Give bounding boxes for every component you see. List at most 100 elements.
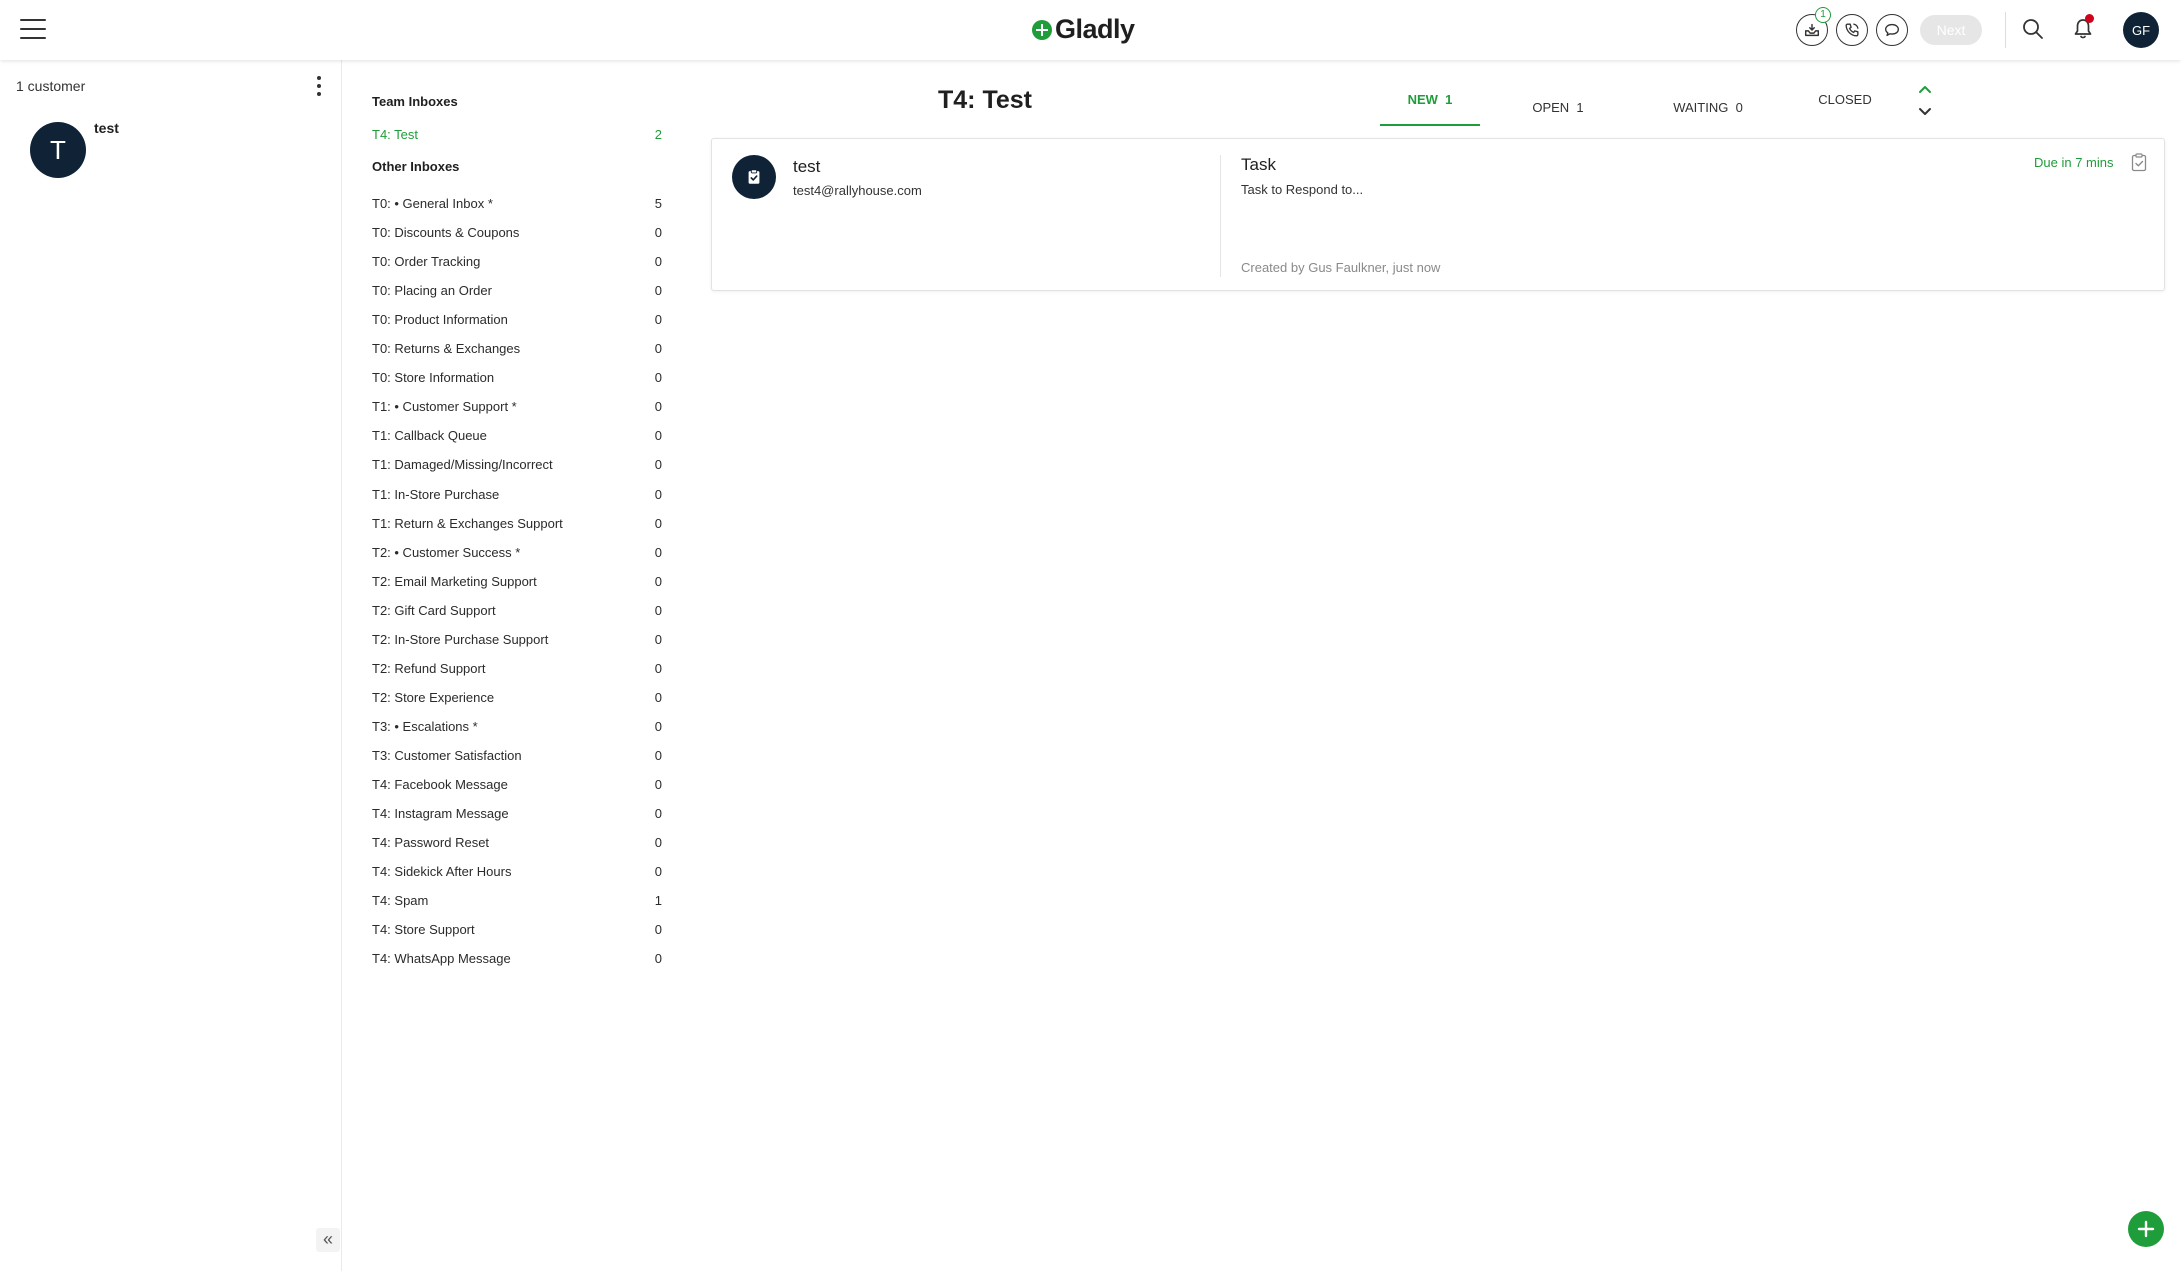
inbox-item-label: T1: Return & Exchanges Support <box>372 515 563 531</box>
add-new-button[interactable] <box>2128 1211 2164 1247</box>
inbox-item-count: 0 <box>654 428 662 444</box>
tab-label: CLOSED <box>1818 92 1872 107</box>
inbox-item[interactable]: T2: In-Store Purchase Support 0 <box>372 629 662 651</box>
top-bar: Gladly 1 Next GF <box>0 0 2181 60</box>
inbox-item[interactable]: T1: • Customer Support * 0 <box>372 396 662 418</box>
inbox-item-label: T4: Spam <box>372 893 429 909</box>
inbox-item[interactable]: T4: Facebook Message 0 <box>372 774 662 796</box>
inbox-item-label: T3: • Escalations * <box>372 718 478 734</box>
inbox-item[interactable]: T0: Product Information 0 <box>372 309 662 331</box>
inbox-item-count: 5 <box>654 196 662 211</box>
plus-icon <box>2137 1220 2155 1238</box>
inbox-item-count: 0 <box>654 747 662 763</box>
tab-new[interactable]: NEW 1 <box>1380 84 1480 126</box>
inbox-item[interactable]: T0: Placing an Order 0 <box>372 280 662 302</box>
notifications-bell-icon[interactable] <box>2070 14 2096 42</box>
inbox-item-count: 0 <box>654 660 662 676</box>
inbox-item[interactable]: T0: Discounts & Coupons 0 <box>372 222 662 244</box>
tab-label: OPEN <box>1532 100 1570 115</box>
tab-label: NEW <box>1407 92 1438 107</box>
inbox-item[interactable]: T2: Store Experience 0 <box>372 687 662 709</box>
tab-closed[interactable]: CLOSED <box>1800 84 1890 126</box>
plus-circle-icon <box>1032 19 1052 40</box>
inbox-item[interactable]: T2: Email Marketing Support 0 <box>372 571 662 593</box>
inbox-item-label: T4: Password Reset <box>372 835 490 851</box>
inbox-item[interactable]: T3: Customer Satisfaction 0 <box>372 745 662 767</box>
inbox-status-button[interactable]: 1 <box>1796 7 1831 46</box>
inbox-item-label: T4: Sidekick After Hours <box>372 864 512 880</box>
inbox-item[interactable]: T4: Sidekick After Hours 0 <box>372 861 662 883</box>
inbox-item[interactable]: T1: In-Store Purchase 0 <box>372 484 662 506</box>
customer-avatar[interactable]: T <box>30 122 86 178</box>
inbox-item-count: 0 <box>654 254 662 270</box>
next-button[interactable]: Next <box>1920 15 1982 45</box>
inbox-item[interactable]: T1: Callback Queue 0 <box>372 425 662 447</box>
brand-logo[interactable]: Gladly <box>1032 14 1135 45</box>
user-avatar[interactable]: GF <box>2123 12 2159 48</box>
inbox-item-label: T0: Discounts & Coupons <box>372 225 520 241</box>
card-created-info: Created by Gus Faulkner, just now <box>1241 260 1441 275</box>
inbox-item-count: 1 <box>654 893 662 909</box>
inbox-item-label: T0: Order Tracking <box>372 254 481 270</box>
inbox-item-count: 0 <box>654 864 662 880</box>
inbox-item-count: 0 <box>654 399 662 415</box>
more-options-icon[interactable] <box>312 76 326 98</box>
inbox-item[interactable]: T4: Instagram Message 0 <box>372 803 662 825</box>
inbox-item[interactable]: T4: WhatsApp Message 0 <box>372 948 662 970</box>
inbox-item[interactable]: T0: Returns & Exchanges 0 <box>372 338 662 360</box>
collapse-panel-icon[interactable]: « <box>316 1228 340 1252</box>
chat-status-button[interactable] <box>1876 14 1908 46</box>
inbox-item[interactable]: T1: Damaged/Missing/Incorrect 0 <box>372 454 662 476</box>
inbox-item[interactable]: T1: Return & Exchanges Support 0 <box>372 513 662 535</box>
inbox-item-label: T2: Gift Card Support <box>372 602 496 618</box>
chevron-down-icon[interactable] <box>1916 104 1934 120</box>
inbox-item-t4-test[interactable]: T4: Test 2 <box>372 124 662 146</box>
menu-icon[interactable] <box>20 19 46 39</box>
team-inboxes-heading: Team Inboxes <box>372 94 458 109</box>
inbox-item[interactable]: T2: Refund Support 0 <box>372 658 662 680</box>
inbox-item[interactable]: T4: Store Support 0 <box>372 919 662 941</box>
chevron-up-icon[interactable] <box>1916 81 1934 97</box>
inbox-item-count: 0 <box>654 486 662 502</box>
inbox-item-label: T4: Facebook Message <box>372 777 508 792</box>
inbox-item-count: 0 <box>654 312 662 328</box>
inbox-item-label: T4: WhatsApp Message <box>372 951 511 967</box>
inbox-item-count: 0 <box>654 631 662 647</box>
inbox-item-label: T0: Product Information <box>372 312 508 328</box>
toolbar-divider <box>2005 12 2006 48</box>
inbox-item-label: T2: Refund Support <box>372 660 486 676</box>
inbox-item[interactable]: T3: • Escalations * 0 <box>372 716 662 738</box>
tab-open[interactable]: OPEN 1 <box>1518 84 1598 126</box>
inbox-item-label: T1: Callback Queue <box>372 428 487 444</box>
tab-count: 1 <box>1445 92 1453 107</box>
phone-status-button[interactable] <box>1836 14 1868 46</box>
card-customer-name: test <box>793 157 821 176</box>
inbox-item-label: T0: Placing an Order <box>372 283 492 299</box>
tab-waiting[interactable]: WAITING 0 <box>1658 84 1758 126</box>
inbox-count-badge: 1 <box>1815 7 1831 23</box>
inbox-item-count: 0 <box>654 835 662 851</box>
inbox-item-count: 0 <box>654 341 662 357</box>
inbox-item[interactable]: T2: Gift Card Support 0 <box>372 600 662 622</box>
inbox-item-count: 0 <box>654 602 662 618</box>
customer-name[interactable]: test <box>94 120 119 136</box>
chat-bubble-icon <box>1885 23 1899 37</box>
inbox-item-count: 0 <box>654 951 662 967</box>
inbox-item[interactable]: T2: • Customer Success * 0 <box>372 542 662 564</box>
inbox-item-label: T0: Returns & Exchanges <box>372 341 521 357</box>
inbox-item-count: 0 <box>654 457 662 473</box>
inbox-item[interactable]: T0: • General Inbox * 5 <box>372 193 662 215</box>
inbox-tray-icon <box>1804 23 1820 37</box>
search-icon[interactable] <box>2020 16 2046 42</box>
inbox-item-count: 0 <box>654 573 662 589</box>
card-due-time: Due in 7 mins <box>2034 155 2114 170</box>
inbox-item-label: T4: Store Support <box>372 922 475 938</box>
inbox-item-count: 0 <box>654 370 662 386</box>
inbox-item[interactable]: T0: Store Information 0 <box>372 367 662 389</box>
clipboard-check-icon <box>2130 152 2148 172</box>
inbox-item[interactable]: T4: Spam 1 <box>372 890 662 912</box>
inbox-item-label: T0: • General Inbox * <box>372 196 493 211</box>
inbox-item[interactable]: T4: Password Reset 0 <box>372 832 662 854</box>
inbox-item[interactable]: T0: Order Tracking 0 <box>372 251 662 273</box>
conversation-card[interactable]: test test4@rallyhouse.com Task Task to R… <box>711 138 2165 291</box>
